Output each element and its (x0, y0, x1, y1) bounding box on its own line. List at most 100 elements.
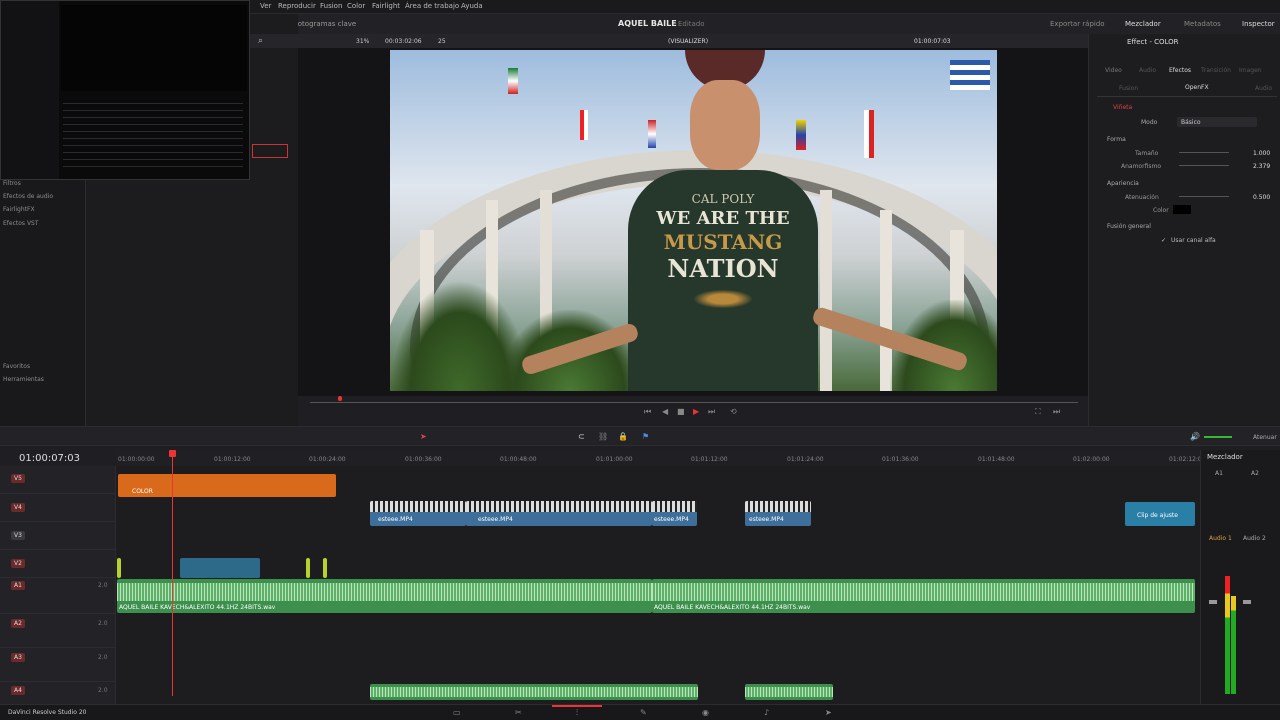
scrub-bar[interactable] (310, 402, 1078, 403)
clip-adjustment[interactable]: Clip de ajuste (1125, 502, 1195, 526)
fader-a2[interactable] (1243, 600, 1251, 604)
menu-fairlight[interactable]: Fairlight (372, 2, 400, 10)
export-button[interactable]: Exportar rápido (1050, 20, 1105, 28)
cat-vst[interactable]: Efectos VST (3, 220, 39, 227)
vignette-header[interactable]: Viñeta (1113, 104, 1132, 111)
appearance-section[interactable]: Apariencia (1107, 180, 1139, 187)
inspector-tab-audio[interactable]: Audio (1139, 67, 1156, 74)
go-end-icon[interactable]: ⏭ (708, 407, 715, 417)
size-slider[interactable] (1179, 152, 1229, 153)
link-icon[interactable]: ⛓ (598, 432, 608, 441)
clip-video-3[interactable]: esteee.MP4 (652, 501, 697, 526)
cut-page-icon[interactable]: ✂ (515, 708, 522, 717)
fairlight-page-icon[interactable]: ♪ (764, 708, 769, 717)
snap-icon[interactable]: ⊂ (578, 432, 585, 441)
media-page-icon[interactable]: ▭ (453, 708, 461, 717)
edit-page-icon[interactable]: ⫶ (576, 708, 578, 718)
cat-tools[interactable]: Herramientas (3, 376, 44, 383)
timeline-ruler[interactable]: 01:00:00:00 01:00:12:00 01:00:24:00 01:0… (116, 450, 1206, 466)
deliver-page-icon[interactable]: ➤ (825, 708, 832, 717)
clip-video-2[interactable]: esteee.MP4 (466, 501, 652, 526)
play-reverse-icon[interactable]: ◀ (662, 407, 668, 416)
track-header-v5: V5 (0, 466, 116, 494)
clip-v2-4[interactable] (323, 558, 327, 578)
play-icon[interactable]: ▶ (693, 407, 699, 416)
selection-tool-icon[interactable]: ➤ (420, 432, 427, 441)
stop-icon[interactable]: ■ (677, 407, 685, 416)
timeline-playhead[interactable] (172, 450, 173, 696)
general-section[interactable]: Fusión general (1107, 223, 1151, 230)
shape-section[interactable]: Forma (1107, 136, 1126, 143)
keyframes-tab[interactable]: Fotogramas clave (294, 20, 356, 28)
meter-a1-left (1225, 576, 1230, 694)
atten-slider[interactable] (1179, 196, 1229, 197)
cat-favorites[interactable]: Favoritos (3, 363, 30, 370)
fullscreen-icon[interactable]: ⛶ (1035, 407, 1041, 417)
inspector-tab-effects[interactable]: Efectos (1169, 67, 1191, 74)
menu-workspace[interactable]: Área de trabajo (405, 2, 459, 10)
clip-audio-a4-1[interactable] (370, 684, 698, 700)
clip-video-4[interactable]: esteee.MP4 (745, 501, 811, 526)
clip-audio-2[interactable]: AQUEL BAILE KAVECH&ALEXITO 44.1HZ 24BITS… (652, 579, 1195, 613)
menu-ver[interactable]: Ver (260, 2, 271, 10)
subtab-openfx[interactable]: OpenFX (1185, 84, 1209, 91)
volume-slider[interactable] (1204, 436, 1232, 438)
mixer-tab[interactable]: Mezclador (1125, 20, 1161, 28)
subtab-audio[interactable]: Audio (1255, 85, 1272, 92)
alpha-checkbox[interactable]: ✓ (1161, 237, 1166, 244)
anamorph-slider[interactable] (1179, 165, 1229, 166)
fader-a1[interactable] (1209, 600, 1217, 604)
timeline-toolbar: ➤ ⊂ ⛓ 🔒 ⚑ 🔊 Atenuar (0, 426, 1280, 446)
cat-filters[interactable]: Filtros (3, 180, 21, 187)
track-header-a3: A3 2.0 (0, 648, 116, 682)
attenuate-label[interactable]: Atenuar (1253, 434, 1277, 441)
mode-select[interactable]: Básico (1177, 117, 1257, 127)
track-header-a4: A4 2.0 (0, 682, 116, 704)
clip-v2-3[interactable] (306, 558, 310, 578)
clip-v2-2[interactable] (180, 558, 260, 578)
clip-v2-1[interactable] (117, 558, 121, 578)
cat-audio-effects[interactable]: Efectos de audio (3, 193, 53, 200)
clip-video-1[interactable]: esteee.MP4 (370, 501, 466, 526)
viewer-mode: (VISUALIZER) (668, 38, 709, 45)
track-header-v4: V4 (0, 494, 116, 522)
clip-color[interactable]: COLOR (118, 474, 336, 497)
inspector-tab-video[interactable]: Video (1105, 67, 1122, 74)
cat-fairlightfx[interactable]: FairlightFX (3, 206, 35, 213)
flag-icon[interactable]: ⚑ (642, 432, 649, 441)
app-name: DaVinci Resolve Studio 20 (8, 709, 87, 716)
viewer-timecode: 01:00:07:03 (914, 38, 951, 45)
clip-audio-1[interactable]: AQUEL BAILE KAVECH&ALEXITO 44.1HZ 24BITS… (117, 579, 652, 613)
project-status: Editado (678, 20, 705, 28)
playhead-handle[interactable] (169, 450, 176, 457)
atten-value[interactable]: 0.500 (1253, 194, 1270, 201)
menu-fusion[interactable]: Fusion (320, 2, 342, 10)
subtab-fusion[interactable]: Fusion (1119, 85, 1138, 92)
effects-category-list: Filtros Efectos de audio FairlightFX Efe… (0, 170, 86, 426)
menu-ayuda[interactable]: Ayuda (461, 2, 483, 10)
fusion-page-icon[interactable]: ✎ (640, 708, 647, 717)
menu-reproducir[interactable]: Reproducir (278, 2, 316, 10)
inspector-tab-image[interactable]: Imagen (1239, 67, 1262, 74)
volume-icon[interactable]: 🔊 (1190, 432, 1200, 441)
prev-edit-icon[interactable]: ⏭ (1053, 407, 1060, 417)
clip-audio-a4-2[interactable] (745, 684, 833, 700)
menu-color[interactable]: Color (347, 2, 365, 10)
zoom-level[interactable]: 31% (356, 38, 369, 45)
fps: 25 (438, 38, 446, 45)
search-icon[interactable]: ⌕ (258, 36, 263, 46)
anamorph-value[interactable]: 2.379 (1253, 163, 1270, 170)
color-page-icon[interactable]: ◉ (702, 708, 709, 717)
inspector-tab-transition[interactable]: Transición (1201, 67, 1231, 74)
color-swatch[interactable] (1173, 205, 1191, 214)
loop-icon[interactable]: ⟲ (730, 407, 737, 416)
metadata-tab[interactable]: Metadatos (1184, 20, 1221, 28)
track-header-a2: A2 2.0 (0, 614, 116, 648)
scrub-playhead[interactable] (338, 396, 342, 401)
lock-icon[interactable]: 🔒 (618, 432, 628, 441)
size-value[interactable]: 1.000 (1253, 150, 1270, 157)
go-start-icon[interactable]: ⏮ (644, 407, 651, 417)
search-field[interactable] (252, 144, 288, 158)
track-headers: V5 V4 V3 V2 A1 2.0 A2 2.0 A3 2.0 A4 2.0 (0, 466, 116, 704)
inspector-tab[interactable]: Inspector (1242, 20, 1275, 28)
